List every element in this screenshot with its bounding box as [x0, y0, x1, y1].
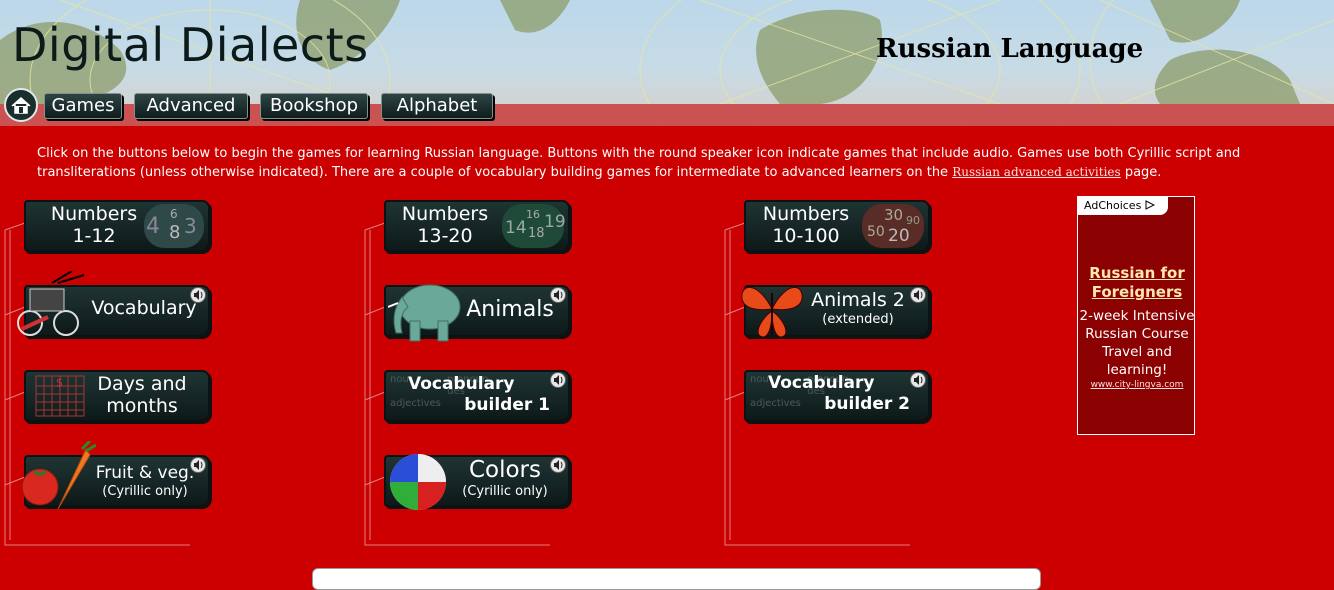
game-label: Numbers: [762, 203, 850, 225]
page-title: Russian Language: [876, 34, 1144, 64]
advanced-activities-link[interactable]: Russian advanced activities: [952, 165, 1121, 179]
bottom-panel: [312, 568, 1041, 590]
color-wheel-icon: [390, 454, 446, 510]
speaker-icon: [550, 287, 566, 303]
adchoices-badge[interactable]: AdChoices: [1078, 197, 1168, 215]
game-sublabel: (extended): [822, 312, 894, 327]
nav-bookshop[interactable]: Bookshop: [260, 93, 368, 119]
speaker-icon: [910, 372, 926, 388]
numbers-art: 30 50 90 20: [862, 204, 924, 248]
game-label: Animals 2: [811, 289, 905, 311]
tomato-carrot-icon: [21, 441, 96, 510]
numbers-art: 4 6 8 3: [144, 204, 204, 248]
game-sublabel: 10-100: [772, 225, 840, 247]
game-label: Numbers: [50, 203, 138, 225]
game-sublabel: 1-12: [72, 225, 116, 247]
game-label: Days and: [97, 373, 187, 395]
game-label: Fruit & veg.: [95, 463, 195, 483]
game-sublabel: builder 2: [824, 394, 910, 414]
game-colors[interactable]: Colors (Cyrillic only): [384, 454, 570, 510]
home-icon: [11, 96, 31, 114]
game-label: Numbers: [401, 203, 489, 225]
nav-alphabet[interactable]: Alphabet: [381, 93, 493, 119]
game-label: Vocabulary: [91, 297, 197, 319]
svg-text:$: $: [56, 376, 63, 389]
intro-text: Click on the buttons below to begin the …: [37, 145, 1277, 182]
numbers-art: 14 16 18 19: [502, 204, 566, 248]
ad-body: 2-week Intensive Russian Course Travel a…: [1079, 308, 1195, 378]
adchoices-icon: [1145, 200, 1155, 210]
game-vocabulary-builder-1[interactable]: nou pronoun des adjectives Vocabulary bui…: [384, 370, 570, 422]
ad-headline[interactable]: Russian for Foreigners: [1078, 264, 1196, 302]
advertisement[interactable]: AdChoices Russian for Foreigners 2-week …: [1077, 196, 1195, 435]
ad-url[interactable]: www.city-lingva.com: [1078, 380, 1196, 390]
game-sublabel: (Cyrillic only): [102, 484, 188, 499]
speaker-icon: [910, 287, 926, 303]
game-numbers-13-20[interactable]: Numbers 13-20 14 16 18 19: [384, 200, 570, 252]
speaker-icon: [190, 287, 206, 303]
header-banner: Digital Dialects Russian Language Games …: [0, 0, 1334, 126]
game-sublabel: builder 1: [464, 395, 550, 415]
game-numbers-1-12[interactable]: Numbers 1-12 4 6 8 3: [24, 200, 210, 252]
nav-advanced[interactable]: Advanced: [134, 93, 248, 119]
game-vocabulary[interactable]: Vocabulary: [17, 271, 210, 337]
speaker-icon: [550, 372, 566, 388]
game-numbers-10-100[interactable]: Numbers 10-100 30 50 90 20: [744, 200, 930, 252]
game-vocabulary-builder-2[interactable]: nou pronoun des adjectives Vocabulary bui…: [744, 370, 930, 422]
speaker-icon: [190, 457, 206, 473]
game-label: Animals: [466, 297, 554, 322]
game-animals[interactable]: Animals: [384, 284, 570, 342]
game-sublabel: 13-20: [417, 225, 473, 247]
game-sublabel: (Cyrillic only): [462, 484, 548, 499]
game-fruit-veg[interactable]: Fruit & veg. (Cyrillic only): [21, 441, 210, 510]
intro-text-after: page.: [1120, 165, 1162, 180]
calendar-icon: $: [35, 375, 85, 417]
site-title[interactable]: Digital Dialects: [12, 18, 369, 72]
game-label: Colors: [468, 457, 542, 483]
bicycle-icon: [17, 271, 85, 336]
adchoices-label: AdChoices: [1084, 199, 1142, 212]
game-sublabel: months: [106, 395, 178, 417]
butterfly-icon: [741, 286, 803, 338]
game-label: Vocabulary: [768, 373, 875, 393]
home-button[interactable]: [4, 88, 38, 122]
nav-games[interactable]: Games: [44, 93, 122, 119]
game-days-months[interactable]: $ Days and months: [24, 370, 210, 422]
game-animals-2[interactable]: Animals 2 (extended): [741, 285, 930, 338]
elephant-icon: [388, 284, 461, 342]
speaker-icon: [550, 457, 566, 473]
game-label: Vocabulary: [408, 374, 515, 394]
